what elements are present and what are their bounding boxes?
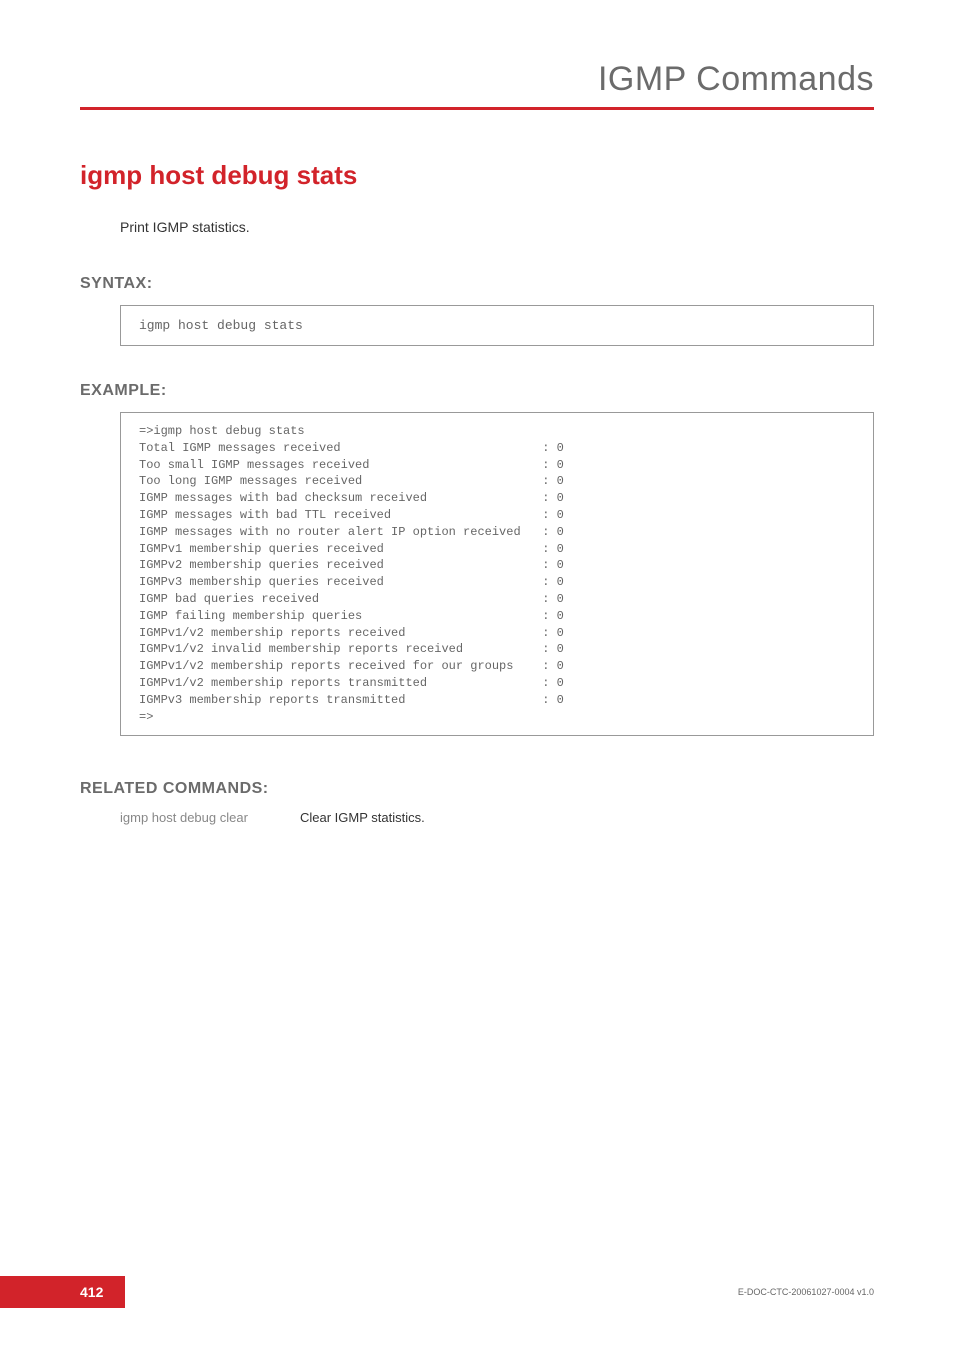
page-footer: 412 E-DOC-CTC-20061027-0004 v1.0 (0, 1276, 954, 1308)
syntax-label: SYNTAX: (80, 275, 874, 293)
related-command-desc: Clear IGMP statistics. (300, 810, 425, 825)
command-heading: igmp host debug stats (80, 160, 874, 191)
page-container: IGMP Commands igmp host debug stats Prin… (0, 0, 954, 825)
header-title: IGMP Commands (80, 60, 874, 99)
document-id: E-DOC-CTC-20061027-0004 v1.0 (738, 1287, 874, 1297)
command-description: Print IGMP statistics. (120, 219, 874, 235)
page-number: 412 (0, 1276, 125, 1308)
related-row: igmp host debug clear Clear IGMP statist… (120, 810, 874, 825)
example-box: =>igmp host debug stats Total IGMP messa… (120, 412, 874, 736)
example-label: EXAMPLE: (80, 382, 874, 400)
syntax-box: igmp host debug stats (120, 305, 874, 346)
page-header: IGMP Commands (80, 60, 874, 110)
related-commands-label: RELATED COMMANDS: (80, 780, 874, 798)
related-command-name: igmp host debug clear (120, 810, 300, 825)
